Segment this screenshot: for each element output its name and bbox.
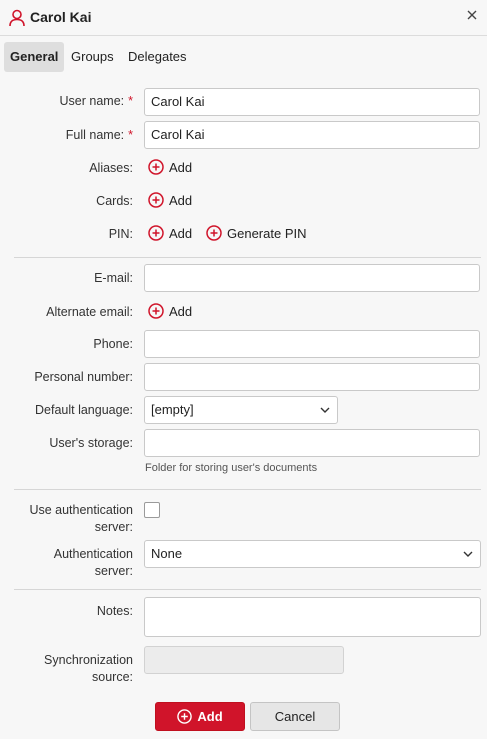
sync-source-label: Synchronization source:	[44, 653, 133, 684]
chevron-down-icon	[320, 407, 330, 413]
plus-circle-icon	[148, 225, 164, 241]
full-name-input[interactable]: Carol Kai	[144, 121, 480, 149]
cards-label: Cards:	[96, 194, 133, 208]
notes-textarea[interactable]	[144, 597, 481, 637]
use-auth-server-label: Use authentication server:	[29, 503, 133, 534]
use-auth-server-checkbox[interactable]	[144, 502, 160, 518]
default-language-label: Default language:	[35, 403, 133, 417]
add-label: Add	[169, 160, 193, 175]
notes-label: Notes:	[96, 604, 133, 618]
full-name-label: Full name: *	[65, 128, 133, 142]
required-mark: *	[128, 94, 133, 108]
add-label: Add	[169, 226, 193, 241]
phone-label: Phone:	[93, 337, 133, 351]
generate-pin-label: Generate PIN	[227, 226, 307, 241]
sync-source-input	[144, 646, 344, 674]
add-label: Add	[169, 193, 193, 208]
chevron-down-icon	[463, 551, 473, 557]
add-button-label: Add	[197, 709, 223, 724]
plus-circle-icon	[148, 303, 164, 319]
plus-circle-icon	[177, 709, 193, 724]
default-language-value: [empty]	[151, 402, 194, 417]
users-storage-hint: Folder for storing user's documents	[145, 462, 318, 474]
user-name-input[interactable]: Carol Kai	[144, 88, 480, 116]
auth-server-select[interactable]: None	[144, 540, 481, 568]
email-label: E-mail:	[94, 271, 133, 285]
auth-server-label: Authentication server:	[53, 547, 133, 578]
section-divider	[14, 589, 481, 590]
close-icon[interactable]	[465, 8, 479, 22]
required-mark: *	[128, 128, 133, 142]
plus-circle-icon	[148, 159, 164, 175]
tab-groups[interactable]: Groups	[65, 42, 120, 72]
cancel-button[interactable]: Cancel	[250, 702, 340, 731]
dialog-header: Carol Kai	[0, 0, 487, 36]
add-button[interactable]: Add	[155, 702, 245, 731]
generate-pin-button[interactable]: Generate PIN	[206, 225, 307, 243]
section-divider	[14, 257, 481, 258]
default-language-select[interactable]: [empty]	[144, 396, 338, 424]
plus-circle-icon	[148, 192, 164, 208]
auth-server-value: None	[151, 546, 183, 561]
user-name-label: User name: *	[59, 94, 133, 108]
plus-circle-icon	[206, 225, 222, 241]
aliases-label: Aliases:	[89, 161, 133, 175]
users-storage-label: User's storage:	[49, 436, 133, 450]
alternate-email-label: Alternate email:	[46, 305, 133, 319]
add-pin-button[interactable]: Add	[148, 225, 192, 243]
add-alternate-email-button[interactable]: Add	[148, 303, 192, 321]
tab-delegates[interactable]: Delegates	[122, 42, 193, 72]
add-alias-button[interactable]: Add	[148, 159, 192, 177]
user-icon	[9, 9, 25, 27]
section-divider	[14, 489, 481, 490]
email-input[interactable]	[144, 264, 480, 292]
pin-label: PIN:	[108, 227, 133, 241]
add-label: Add	[169, 304, 193, 319]
personal-number-label: Personal number:	[34, 370, 133, 384]
users-storage-input[interactable]	[144, 429, 480, 457]
personal-number-input[interactable]	[144, 363, 480, 391]
tab-general[interactable]: General	[4, 42, 65, 72]
phone-input[interactable]	[144, 330, 480, 358]
add-card-button[interactable]: Add	[148, 192, 192, 210]
dialog-title: Carol Kai	[30, 9, 92, 25]
